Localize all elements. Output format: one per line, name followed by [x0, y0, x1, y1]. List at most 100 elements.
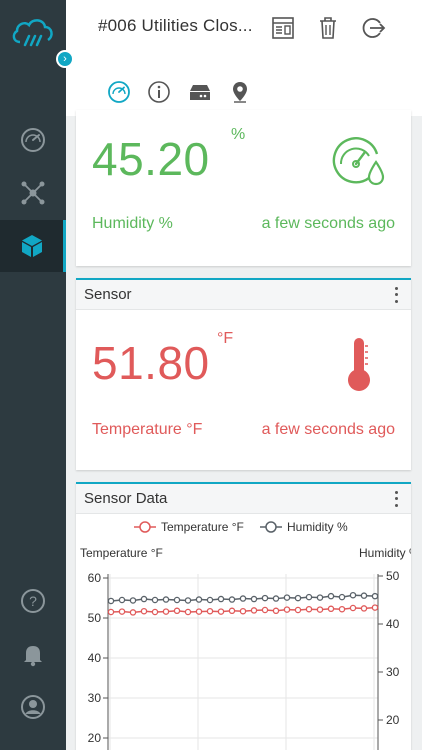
tick-label-left: 20: [88, 731, 102, 745]
tab-info[interactable]: [145, 80, 173, 110]
legend-label: Humidity %: [287, 520, 348, 534]
data-point: [283, 594, 291, 601]
card-header: Sensor Data: [76, 484, 411, 514]
data-point: [239, 607, 247, 615]
humidity-unit: %: [231, 126, 246, 143]
tick-label-left: 30: [88, 691, 102, 705]
humidity-card: 45.20 % Humidity % a few seconds ago: [76, 110, 411, 266]
app: › ? #006 Utilities Clos... 45.20 % Humid…: [0, 0, 422, 750]
svg-text:?: ?: [29, 593, 37, 609]
sensor-data-card: Sensor Data Temperature °F Humidity % Tem…: [76, 482, 411, 750]
gauge-icon: [108, 81, 130, 103]
data-point: [173, 607, 181, 615]
tick-label-right: 50: [386, 569, 400, 583]
tick-label-left: 60: [88, 571, 102, 585]
data-point: [107, 597, 115, 605]
data-point: [261, 606, 269, 614]
dashboard-layout-button[interactable]: [270, 15, 296, 41]
y-axis-left-label: Temperature °F: [80, 546, 163, 560]
data-point: [338, 593, 346, 601]
tick-label-right: 40: [386, 617, 400, 631]
legend-label: Temperature °F: [161, 520, 244, 534]
data-point: [184, 597, 192, 604]
data-point: [360, 605, 368, 612]
card-menu-button[interactable]: [389, 489, 403, 509]
data-point: [349, 591, 357, 599]
tick-label-left: 50: [88, 611, 102, 625]
network-nodes-icon: [21, 181, 45, 205]
sidebar-item-account[interactable]: [0, 681, 66, 733]
data-point: [228, 607, 236, 615]
data-point: [173, 596, 181, 604]
y-axis-right-label: Humidity %: [359, 546, 411, 560]
gateway-icon: [190, 85, 210, 100]
data-point: [162, 608, 170, 615]
info-icon: [148, 81, 170, 103]
temperature-card: Sensor 51.80 °F Temperature °F a few sec…: [76, 278, 411, 470]
tick-label-right: 20: [386, 713, 400, 727]
sensor-line-chart: Temperature °F Humidity % Temperature °F …: [80, 520, 411, 750]
sidebar-item-dashboard[interactable]: [0, 114, 66, 166]
card-menu-button[interactable]: [389, 285, 403, 305]
data-point: [349, 604, 357, 612]
humidity-value: 45.20: [92, 133, 210, 185]
temperature-updated: a few seconds ago: [261, 421, 395, 438]
temperature-value: 51.80: [92, 337, 210, 389]
data-point: [261, 594, 269, 602]
header: #006 Utilities Clos...: [66, 0, 422, 116]
card-header: Sensor: [76, 280, 411, 310]
data-point: [195, 608, 203, 615]
cloud-logo-icon[interactable]: [8, 12, 58, 52]
data-point: [316, 594, 324, 601]
data-point: [327, 592, 335, 600]
data-point: [371, 604, 379, 611]
help-icon: ?: [21, 589, 45, 613]
data-point: [118, 608, 126, 615]
thermometer-icon: [348, 338, 370, 391]
card-title: Sensor: [84, 286, 132, 303]
data-point: [305, 605, 313, 613]
data-point: [294, 606, 302, 614]
data-point: [206, 607, 214, 615]
sidebar-item-notifications[interactable]: [0, 628, 66, 680]
sidebar: › ?: [0, 0, 74, 750]
data-point: [206, 596, 214, 604]
data-point: [360, 592, 368, 599]
data-point: [371, 592, 379, 600]
cube-icon: [21, 235, 42, 257]
tab-gateway[interactable]: [186, 80, 214, 110]
data-point: [195, 596, 203, 603]
user-icon: [21, 695, 45, 719]
temperature-label: Temperature °F: [92, 421, 203, 438]
dashboard-gauge-icon: [21, 128, 45, 152]
data-point: [217, 595, 225, 603]
tick-label-right: 30: [386, 665, 400, 679]
sidebar-expand-button[interactable]: ›: [56, 50, 74, 68]
humidity-label: Humidity %: [92, 215, 173, 232]
data-point: [272, 595, 280, 602]
data-point: [151, 608, 159, 616]
page-title: #006 Utilities Clos...: [98, 16, 253, 35]
legend-marker: [265, 521, 277, 533]
data-point: [294, 594, 302, 602]
sidebar-item-devices[interactable]: [0, 220, 66, 272]
delete-icon[interactable]: [315, 15, 341, 41]
card-title: Sensor Data: [84, 490, 168, 507]
legend-marker: [139, 521, 151, 533]
tab-dashboard[interactable]: [97, 80, 141, 114]
data-point: [283, 606, 291, 613]
exit-icon[interactable]: [360, 15, 386, 41]
temperature-unit: °F: [217, 330, 234, 347]
tab-location[interactable]: [226, 80, 254, 110]
sidebar-item-network[interactable]: [0, 167, 66, 219]
data-point: [250, 595, 258, 603]
data-point: [118, 596, 126, 604]
bell-icon: [24, 646, 42, 667]
sidebar-item-help[interactable]: ?: [0, 575, 66, 627]
data-point: [217, 608, 225, 615]
tick-label-left: 40: [88, 651, 102, 665]
location-pin-icon: [233, 82, 247, 103]
data-point: [250, 607, 258, 614]
data-point: [129, 597, 137, 604]
data-point: [140, 607, 148, 615]
